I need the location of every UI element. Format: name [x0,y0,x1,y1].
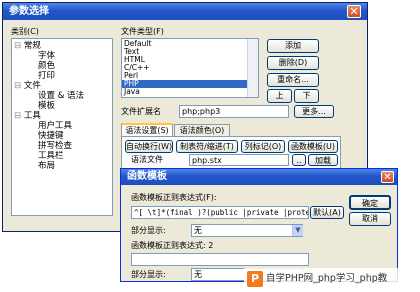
tree-item-file[interactable]: ⊟ 文件 [14,81,112,91]
display-label: 部分显示: [131,226,166,235]
list-item[interactable]: Java [122,88,258,96]
delete-button[interactable]: 删除(D) [267,56,319,70]
category-label: 类别(C) [11,27,39,36]
tree-item-template[interactable]: 模板 [14,101,112,111]
tree-item-layout[interactable]: 布局 [14,161,112,171]
tab-syntax-colors[interactable]: 语法颜色(O) [174,124,230,136]
preferences-title: 参数选择 [9,6,49,17]
list-item[interactable]: C/C++ [122,64,258,72]
tab-syntax-settings[interactable]: 语法设置(S) [121,123,173,136]
column-marker-button[interactable]: 列标记(O) [241,140,285,153]
tree-item-font[interactable]: 字体 [14,51,112,61]
syntax-file-input[interactable]: php.stx [189,154,289,166]
display2-label: 部分显示: [131,270,166,279]
tree-item-shortcuts[interactable]: 快捷键 [14,131,112,141]
watermark: P 自学PHP网_php学习_php教 [244,268,420,290]
tree-item-tools[interactable]: ⊟ 工具 [14,111,112,121]
chevron-down-icon[interactable]: ▼ [292,225,303,236]
ok-button[interactable]: 确定 [349,195,391,210]
file-type-label: 文件类型(F) [121,27,164,36]
tree-item-user-tools[interactable]: 用户工具 [14,121,112,131]
load-button[interactable]: 加载 [308,154,338,166]
syntax-file-label: 语法文件 [131,155,163,164]
tree-item-print[interactable]: 打印 [14,71,112,81]
tree-item-spellcheck[interactable]: 拼写检查 [14,141,112,151]
tree-item-syntax-settings[interactable]: 设置 & 语法 [14,91,112,101]
move-down-button[interactable]: 下 [294,89,319,103]
extension-input[interactable]: php;php3 [179,105,289,118]
watermark-text: 自学PHP网_php学习_php教 [266,273,388,284]
word-wrap-button[interactable]: 自动换行(W) [125,140,173,153]
regex2-label: 函数模板正则表达式: 2 [131,241,214,250]
function-template-button[interactable]: 函数模板(U) [288,140,338,153]
list-scrollbar[interactable] [247,39,258,97]
display-select-value: 无 [194,226,202,235]
regex-label: 函数模板正则表达式(F): [131,193,217,202]
display-select[interactable]: 无 [191,224,303,237]
tree-item-general[interactable]: ⊟ 常规 [14,41,112,51]
rename-button[interactable]: 重命名... [267,73,319,87]
display2-select-value: 无 [194,270,202,279]
file-type-list[interactable]: Default Text HTML C/C++ Perl PHP Java [121,38,259,98]
close-icon[interactable]: ✕ [347,5,361,18]
function-template-dialog: 函数模板 ✕ 函数模板正则表达式(F): ^[ \t]*(final )?(pu… [120,168,398,282]
regex2-input[interactable] [131,253,309,266]
add-button[interactable]: 添加 [267,39,319,53]
default-button[interactable]: 默认(A) [310,206,344,219]
browse-button[interactable]: .. [292,154,306,166]
more-button[interactable]: 更多... [294,105,334,118]
list-item[interactable]: Perl [122,72,258,80]
extension-label: 文件扩展名 [121,107,161,116]
category-tree[interactable]: ⊟ 常规 字体 颜色 打印 ⊟ 文件 设置 & 语法 模板 ⊟ 工具 用户工具 … [11,38,113,216]
list-item[interactable]: Default [122,40,258,48]
watermark-logo: P [247,271,263,287]
tree-item-color[interactable]: 颜色 [14,61,112,71]
close-icon[interactable]: ✕ [381,171,394,183]
tab-indent-button[interactable]: 制表符/缩进(T) [176,140,238,153]
list-item-selected[interactable]: PHP [122,80,258,88]
function-template-titlebar: 函数模板 [121,169,397,185]
regex-input[interactable]: ^[ \t]*(final )?(public |private |protec [131,206,309,219]
function-template-title: 函数模板 [127,171,167,182]
tree-item-toolbar[interactable]: 工具栏 [14,151,112,161]
move-up-button[interactable]: 上 [267,89,292,103]
preferences-titlebar: 参数选择 [3,3,367,20]
cancel-button[interactable]: 取消 [349,212,391,226]
